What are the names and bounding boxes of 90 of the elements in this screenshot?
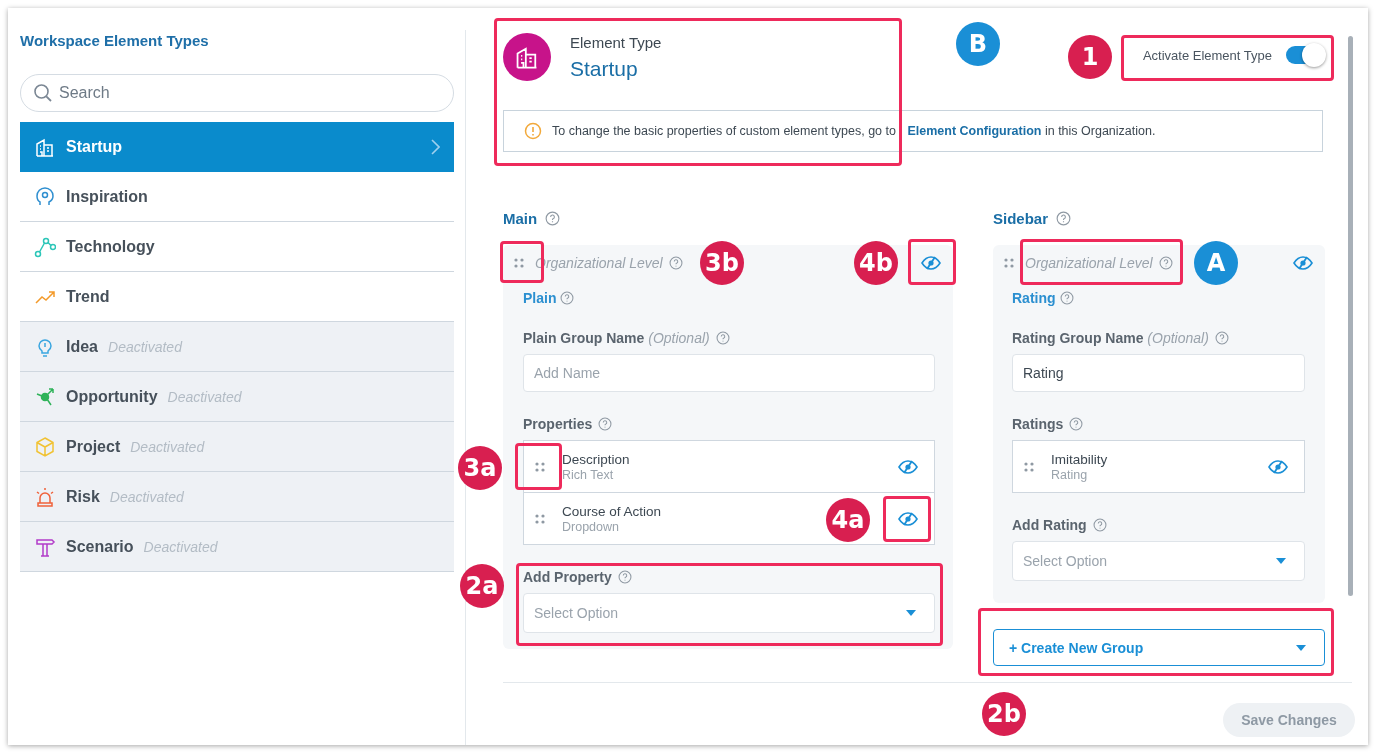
element-type-item[interactable]: Inspiration <box>20 172 454 222</box>
element-type-item[interactable]: Idea Deactivated <box>20 322 454 372</box>
create-group-button[interactable]: + Create New Group <box>993 629 1325 666</box>
field-label: Add Rating <box>1012 517 1087 533</box>
help-icon[interactable] <box>560 291 575 305</box>
highlight-box <box>883 496 931 542</box>
level-label: Organizational Level <box>1025 255 1153 271</box>
eye-slash-icon[interactable] <box>921 256 941 270</box>
help-icon[interactable] <box>1158 256 1173 270</box>
branch-icon <box>34 385 56 408</box>
item-label: Inspiration <box>66 187 148 206</box>
help-icon[interactable] <box>1092 518 1107 532</box>
head-gear-icon <box>34 185 56 208</box>
element-type-item[interactable]: Opportunity Deactivated <box>20 372 454 422</box>
drag-handle-icon[interactable] <box>534 460 546 473</box>
drag-handle-icon[interactable] <box>534 512 546 525</box>
status-label: Deactivated <box>143 538 218 555</box>
help-icon[interactable] <box>545 210 561 226</box>
nodes-icon <box>34 235 56 258</box>
siren-icon <box>34 485 56 508</box>
drag-handle-icon[interactable] <box>513 257 525 269</box>
highlight-box <box>515 443 562 490</box>
field-label: Properties <box>523 416 593 432</box>
section-title: Sidebar <box>993 209 1049 227</box>
group-type-title: Rating <box>1012 290 1056 306</box>
caret-icon <box>1296 644 1306 651</box>
cube-icon <box>34 435 56 458</box>
field-label: Plain Group Name (Optional) <box>523 330 710 346</box>
property-row[interactable]: Description Rich Text <box>524 441 934 492</box>
drag-handle-icon[interactable] <box>1023 460 1035 473</box>
help-icon[interactable] <box>1056 210 1072 226</box>
search-field[interactable]: Search <box>20 74 454 112</box>
drag-handle-icon[interactable] <box>1003 257 1015 269</box>
toggle-label: Activate Element Type <box>1142 47 1272 63</box>
highlight-box <box>908 239 956 285</box>
status-label: Deactivated <box>167 388 242 405</box>
help-icon[interactable] <box>598 417 613 431</box>
status-label: Deactivated <box>130 438 205 455</box>
item-label: Scenario <box>66 537 134 556</box>
warning-icon <box>524 122 542 140</box>
notice-text: To change the basic properties of custom element types, go to Element Configuration in this Organization. <box>552 124 1156 138</box>
property-row[interactable]: Imitability Rating <box>1013 441 1304 492</box>
help-icon[interactable] <box>1059 291 1074 305</box>
group-name-field[interactable]: Rating <box>1012 354 1305 392</box>
property-name: Course of Action <box>562 503 662 519</box>
item-label: Opportunity <box>66 387 158 406</box>
panel-title: Workspace Element Types <box>20 32 210 50</box>
property-type: Rating <box>1051 467 1089 482</box>
property-name: Description <box>562 451 630 467</box>
eye-slash-icon[interactable] <box>1293 256 1313 270</box>
item-label: Risk <box>66 487 100 506</box>
property-type: Dropdown <box>562 519 620 534</box>
eye-slash-icon[interactable] <box>898 511 918 526</box>
property-name: Imitability <box>1051 451 1108 467</box>
group-name-field[interactable]: Add Name <box>523 354 935 392</box>
field-label: Rating Group Name (Optional) <box>1012 330 1209 346</box>
field-label: Add Property <box>523 569 612 585</box>
item-label: Startup <box>66 137 122 156</box>
item-label: Technology <box>66 237 155 256</box>
help-icon[interactable] <box>1214 331 1229 345</box>
status-label: Deactivated <box>109 488 184 505</box>
help-icon[interactable] <box>1069 417 1084 431</box>
element-type-item[interactable]: Risk Deactivated <box>20 472 454 522</box>
help-icon[interactable] <box>617 570 632 584</box>
item-label: Trend <box>66 287 110 306</box>
scrollbar[interactable] <box>1348 36 1353 596</box>
element-type-item[interactable]: Startup <box>20 122 454 172</box>
element-type-title: Startup <box>570 57 639 81</box>
element-type-item[interactable]: Project Deactivated <box>20 422 454 472</box>
search-icon <box>33 83 53 103</box>
help-icon[interactable] <box>715 331 730 345</box>
item-label: Project <box>66 437 121 456</box>
element-type-item[interactable]: Scenario Deactivated <box>20 522 454 572</box>
caret-icon <box>1276 558 1286 564</box>
element-type-label: Element Type <box>570 34 662 51</box>
group-type-title: Plain <box>523 290 557 306</box>
property-type: Rich Text <box>562 467 615 482</box>
status-label: Deactivated <box>108 338 182 355</box>
building-icon <box>503 33 551 81</box>
section-title: Main <box>503 209 538 227</box>
item-label: Idea <box>66 337 98 356</box>
eye-slash-icon[interactable] <box>898 459 918 474</box>
field-label: Ratings <box>1012 416 1064 432</box>
eye-slash-icon[interactable] <box>1268 459 1288 474</box>
configuration-link[interactable]: Element Configuration <box>907 124 1042 138</box>
chevron-right-icon <box>430 138 440 155</box>
element-type-item[interactable]: Technology <box>20 222 454 272</box>
help-icon[interactable] <box>668 256 683 270</box>
caret-icon <box>906 610 916 616</box>
activate-toggle[interactable] <box>1286 46 1324 64</box>
